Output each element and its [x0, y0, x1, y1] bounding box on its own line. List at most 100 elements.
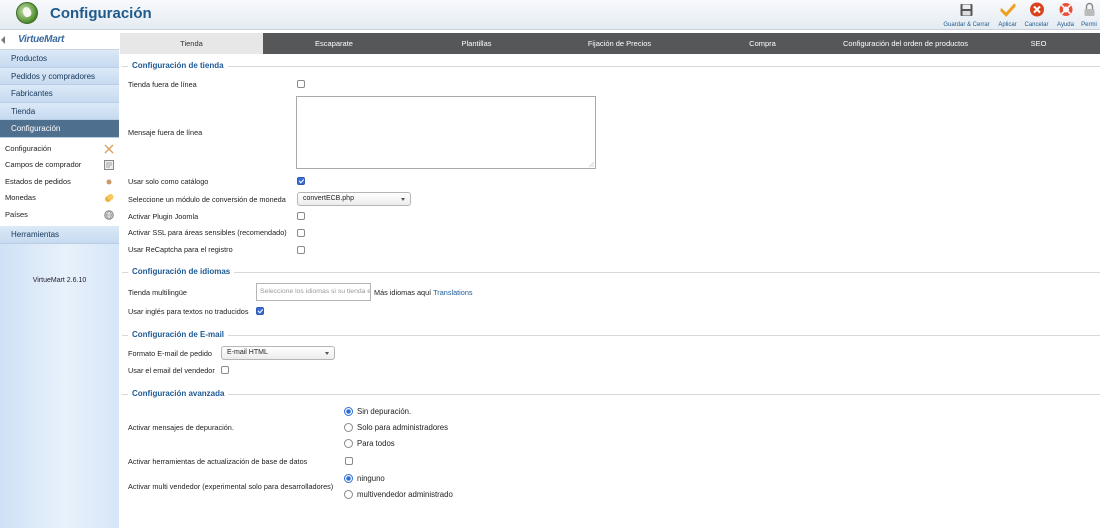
- sidebar-item-herramientas[interactable]: Herramientas: [0, 226, 119, 245]
- sidebar-item-pedidos[interactable]: Pedidos y compradores: [0, 67, 119, 86]
- multivendor-option-label: multivendedor administrado: [357, 490, 453, 499]
- sidebar-submenu: Configuración Campos de comprador Estado…: [0, 137, 119, 227]
- tab-bar: Tienda Escaparate Plantillas Fijación de…: [120, 33, 1100, 54]
- db-tools-checkbox[interactable]: [345, 457, 353, 465]
- advanced-section-title: Configuración avanzada: [128, 389, 229, 398]
- catalog-checkbox[interactable]: [297, 177, 305, 185]
- permissions-label: Permi: [1081, 22, 1097, 28]
- lock-icon: [1082, 2, 1097, 17]
- vendor-email-label: Usar el email del vendedor: [128, 366, 215, 375]
- collapse-arrow-icon[interactable]: [1, 36, 5, 44]
- virtuemart-logo: VirtueMart: [18, 34, 65, 45]
- toolbar: Guardar & Cerrar Aplicar Cancelar Ayuda …: [938, 0, 1100, 30]
- save-close-label: Guardar & Cerrar: [943, 22, 990, 28]
- ssl-label: Activar SSL para áreas sensibles (recome…: [128, 228, 287, 237]
- virtuemart-brand: VirtueMart: [0, 30, 119, 50]
- sidebar-item-tienda[interactable]: Tienda: [0, 102, 119, 121]
- joomla-plugin-label: Activar Plugin Joomla: [128, 212, 199, 221]
- more-languages-text: Más idiomas aquí Translations: [374, 288, 473, 297]
- submenu-label: Configuración: [5, 143, 52, 153]
- sidebar-item-configuracion[interactable]: Configuración: [0, 120, 119, 138]
- currency-module-label: Seleccione un módulo de conversión de mo…: [128, 195, 286, 204]
- tab-compra[interactable]: Compra: [691, 33, 834, 54]
- submenu-label: Países: [5, 209, 28, 219]
- debug-option-label: Solo para administradores: [357, 423, 449, 432]
- check-icon: [1000, 2, 1015, 17]
- submenu-item-monedas[interactable]: Monedas: [0, 190, 119, 207]
- debug-radio-all[interactable]: [344, 439, 353, 448]
- submenu-item-estados[interactable]: Estados de pedidos: [0, 174, 119, 191]
- english-untranslated-checkbox[interactable]: [256, 307, 264, 315]
- page-title: Configuración: [50, 5, 152, 22]
- debug-radio-none[interactable]: [344, 407, 353, 416]
- sidebar: VirtueMart Productos Pedidos y comprador…: [0, 30, 119, 528]
- apply-button[interactable]: Aplicar: [995, 0, 1020, 30]
- tab-plantillas[interactable]: Plantillas: [405, 33, 548, 54]
- tools-icon: [104, 144, 114, 154]
- tab-fijacion-precios[interactable]: Fijación de Precios: [548, 33, 691, 54]
- multilang-label: Tienda multilingüe: [128, 288, 187, 297]
- debug-radio-admins[interactable]: [344, 423, 353, 432]
- email-config-section: Configuración de E-mail: [122, 330, 1100, 339]
- joomla-plugin-checkbox[interactable]: [297, 212, 305, 220]
- multivendor-radio-managed[interactable]: [344, 490, 353, 499]
- cancel-button[interactable]: Cancelar: [1020, 0, 1053, 30]
- save-icon: [959, 2, 974, 17]
- help-label: Ayuda: [1057, 22, 1074, 28]
- help-button[interactable]: Ayuda: [1053, 0, 1078, 30]
- email-format-select[interactable]: E-mail HTML: [221, 346, 335, 360]
- tab-orden-productos[interactable]: Configuración del orden de productos: [834, 33, 977, 54]
- translations-link[interactable]: Translations: [433, 288, 472, 297]
- joomla-logo-icon: [16, 2, 38, 24]
- language-config-section: Configuración de idiomas: [122, 267, 1100, 276]
- help-icon: [1058, 2, 1073, 17]
- coins-icon: [105, 194, 114, 203]
- shop-section-title: Configuración de tienda: [128, 61, 228, 70]
- recaptcha-checkbox[interactable]: [297, 246, 305, 254]
- multilang-input[interactable]: Seleccione los idiomas si su tienda es m…: [256, 283, 371, 301]
- sidebar-item-productos[interactable]: Productos: [0, 50, 119, 68]
- offline-checkbox[interactable]: [297, 80, 305, 88]
- sidebar-item-fabricantes[interactable]: Fabricantes: [0, 85, 119, 103]
- offline-message-textarea[interactable]: [296, 96, 596, 169]
- email-format-label: Formato E-mail de pedido: [128, 349, 212, 358]
- email-section-title: Configuración de E-mail: [128, 330, 229, 339]
- submenu-label: Campos de comprador: [5, 160, 82, 170]
- tab-tienda[interactable]: Tienda: [120, 33, 263, 54]
- permissions-button[interactable]: Permi: [1078, 0, 1100, 30]
- tab-escaparate[interactable]: Escaparate: [263, 33, 405, 54]
- submenu-label: Monedas: [5, 193, 36, 203]
- submenu-item-configuracion[interactable]: Configuración: [0, 141, 119, 158]
- vendor-email-checkbox[interactable]: [221, 366, 229, 374]
- more-languages-label: Más idiomas aquí: [374, 288, 432, 297]
- multivendor-label: Activar multi vendedor (experimental sol…: [128, 482, 334, 491]
- form-icon: [104, 160, 114, 171]
- currency-module-select[interactable]: convertECB.php: [297, 192, 411, 206]
- language-section-title: Configuración de idiomas: [128, 267, 235, 276]
- multivendor-option-label: ninguno: [357, 474, 385, 483]
- globe-icon: [104, 210, 114, 220]
- version-text: VirtueMart 2.6.10: [32, 277, 87, 284]
- multivendor-radio-none[interactable]: [344, 474, 353, 483]
- tab-seo[interactable]: SEO: [977, 33, 1100, 54]
- apply-label: Aplicar: [998, 22, 1017, 28]
- submenu-item-campos[interactable]: Campos de comprador: [0, 157, 119, 174]
- debug-option-label: Para todos: [357, 439, 395, 448]
- cancel-label: Cancelar: [1024, 22, 1049, 28]
- english-untranslated-label: Usar inglés para textos no traducidos: [128, 307, 249, 316]
- submenu-item-paises[interactable]: Países: [0, 207, 119, 224]
- save-close-button[interactable]: Guardar & Cerrar: [938, 0, 995, 30]
- cancel-icon: [1029, 2, 1044, 17]
- advanced-config-section: Configuración avanzada: [122, 389, 1100, 398]
- debug-option-label: Sin depuración.: [357, 407, 412, 416]
- debug-label: Activar mensajes de depuración.: [128, 423, 234, 432]
- submenu-label: Estados de pedidos: [5, 176, 71, 186]
- catalog-label: Usar solo como catálogo: [128, 177, 209, 186]
- ssl-checkbox[interactable]: [297, 229, 305, 237]
- recaptcha-label: Usar ReCaptcha para el registro: [128, 245, 233, 254]
- header-bar: Configuración Guardar & Cerrar Aplicar C…: [0, 0, 1100, 30]
- db-tools-label: Activar herramientas de actualización de…: [128, 457, 308, 466]
- status-icon: [106, 179, 112, 185]
- offline-message-label: Mensaje fuera de línea: [128, 128, 203, 137]
- shop-config-section: Configuración de tienda: [122, 61, 1100, 70]
